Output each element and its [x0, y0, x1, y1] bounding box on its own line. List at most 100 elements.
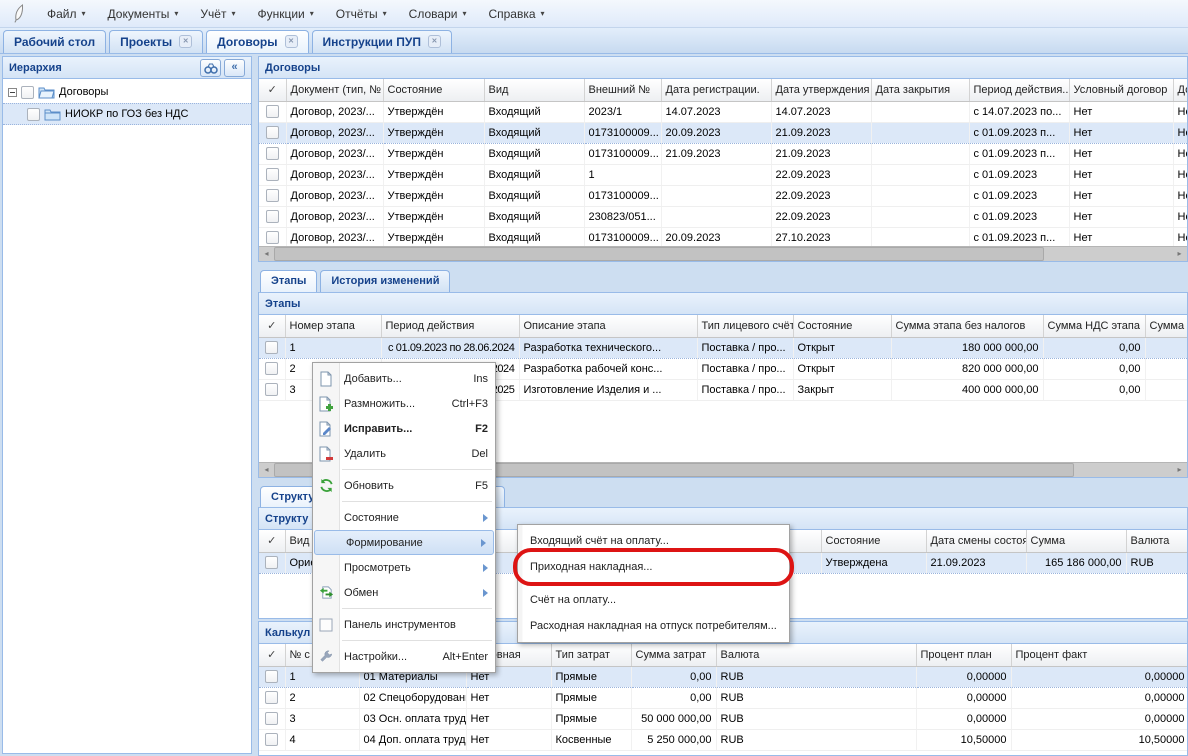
scroll-left-icon[interactable]: ◂: [259, 247, 274, 261]
contract-row[interactable]: Договор, 2023/...УтверждёнВходящий2023/1…: [259, 101, 1188, 122]
row-checkbox[interactable]: [266, 105, 279, 118]
submenu-item-receipt-note[interactable]: Приходная накладная...: [518, 554, 789, 580]
menu-item-edit[interactable]: Исправить...F2: [313, 416, 495, 441]
select-all-column[interactable]: ✓: [259, 530, 285, 552]
contract-row[interactable]: Договор, 2023/...УтверждёнВходящий230823…: [259, 206, 1188, 227]
row-checkbox[interactable]: [265, 712, 278, 725]
row-checkbox[interactable]: [265, 383, 278, 396]
tree-checkbox[interactable]: [27, 108, 40, 121]
collapse-panel-button[interactable]: «: [224, 59, 245, 77]
row-checkbox[interactable]: [265, 670, 278, 683]
search-button[interactable]: [200, 59, 221, 77]
row-checkbox[interactable]: [265, 341, 278, 354]
menu-item-exchange[interactable]: Обмен: [313, 580, 495, 605]
menu-file[interactable]: Файл▾: [36, 2, 97, 26]
col-account-type[interactable]: Тип лицевого счёта: [697, 315, 793, 337]
row-checkbox[interactable]: [265, 691, 278, 704]
scroll-right-icon[interactable]: ▸: [1172, 247, 1187, 261]
stage-row-selected[interactable]: 1с 01.09.2023 по 28.06.2024Разработка те…: [259, 337, 1188, 358]
menu-item-delete[interactable]: УдалитьDel: [313, 441, 495, 466]
menu-reports[interactable]: Отчёты▾: [325, 2, 398, 26]
contract-row[interactable]: Договор, 2023/...УтверждёнВходящий017310…: [259, 143, 1188, 164]
contract-row[interactable]: Договор, 2023/...УтверждёнВходящий017310…: [259, 227, 1188, 248]
scroll-right-icon[interactable]: ▸: [1172, 463, 1187, 477]
tree-node-niokr[interactable]: НИОКР по ГОЗ без НДС: [3, 103, 251, 125]
col-currency[interactable]: Валюта: [1126, 530, 1188, 552]
col-percent-fact[interactable]: Процент факт: [1011, 644, 1188, 666]
col-external-no[interactable]: Внешний №: [584, 79, 661, 101]
submenu-item-outgoing-note[interactable]: Расходная накладная на отпуск потребител…: [518, 613, 789, 639]
select-all-column[interactable]: ✓: [259, 315, 285, 337]
col-extra[interactable]: Дог: [1173, 79, 1188, 101]
col-period[interactable]: Период действия: [381, 315, 519, 337]
menu-item-view[interactable]: Просмотреть: [313, 555, 495, 580]
menu-documents[interactable]: Документы▾: [97, 2, 190, 26]
row-checkbox[interactable]: [265, 556, 278, 569]
close-icon[interactable]: ✕: [428, 35, 441, 48]
col-sum-no-tax[interactable]: Сумма этапа без налогов: [891, 315, 1043, 337]
calculation-row[interactable]: 202 СпецоборудованиеНетПрямые0,00RUB0,00…: [259, 687, 1188, 708]
select-all-column[interactable]: ✓: [259, 644, 285, 666]
menu-dictionaries[interactable]: Словари▾: [398, 2, 478, 26]
row-checkbox[interactable]: [266, 189, 279, 202]
scroll-left-icon[interactable]: ◂: [259, 463, 274, 477]
contract-row[interactable]: Договор, 2023/...УтверждёнВходящий122.09…: [259, 164, 1188, 185]
calculation-row[interactable]: 303 Осн. оплата трудаНетПрямые50 000 000…: [259, 708, 1188, 729]
menu-item-settings[interactable]: Настройки...Alt+Enter: [313, 644, 495, 669]
tab-history[interactable]: История изменений: [320, 270, 450, 292]
col-close-date[interactable]: Дата закрытия: [871, 79, 969, 101]
contract-row[interactable]: Договор, 2023/...УтверждёнВходящий017310…: [259, 185, 1188, 206]
scroll-thumb[interactable]: [274, 247, 1044, 261]
col-sum-extra[interactable]: Сумма эта: [1145, 315, 1188, 337]
menu-item-refresh[interactable]: ОбновитьF5: [313, 473, 495, 498]
submenu-item-incoming-invoice[interactable]: Входящий счёт на оплату...: [518, 528, 789, 554]
menu-accounting[interactable]: Учёт▾: [189, 2, 246, 26]
menu-help[interactable]: Справка▾: [477, 2, 555, 26]
col-stage-no[interactable]: Номер этапа: [285, 315, 381, 337]
tab-instructions[interactable]: Инструкции ПУП✕: [312, 30, 452, 53]
row-checkbox[interactable]: [266, 147, 279, 160]
col-cost-type[interactable]: Тип затрат: [551, 644, 631, 666]
row-checkbox[interactable]: [266, 126, 279, 139]
menu-functions[interactable]: Функции▾: [246, 2, 324, 26]
tab-desktop[interactable]: Рабочий стол: [3, 30, 106, 53]
col-cost-sum[interactable]: Сумма затрат: [631, 644, 716, 666]
col-state[interactable]: Состояние: [821, 530, 926, 552]
col-vat-sum[interactable]: Сумма НДС этапа: [1043, 315, 1145, 337]
col-document[interactable]: Документ (тип, №: [286, 79, 383, 101]
menu-item-generate[interactable]: Формирование: [314, 530, 494, 555]
close-icon[interactable]: ✕: [179, 35, 192, 48]
contract-row-selected[interactable]: Договор, 2023/...УтверждёнВходящий017310…: [259, 122, 1188, 143]
col-description[interactable]: Описание этапа: [519, 315, 697, 337]
contracts-hscrollbar[interactable]: ◂ ▸: [259, 246, 1187, 261]
calculation-row[interactable]: 404 Доп. оплата трудаНетКосвенные5 250 0…: [259, 729, 1188, 750]
row-checkbox[interactable]: [266, 231, 279, 244]
tab-stages[interactable]: Этапы: [260, 270, 317, 292]
tree-node-contracts[interactable]: Договоры: [3, 81, 251, 103]
row-checkbox[interactable]: [266, 168, 279, 181]
select-all-column[interactable]: ✓: [259, 79, 286, 101]
col-approve-date[interactable]: Дата утверждения: [771, 79, 871, 101]
col-currency[interactable]: Валюта: [716, 644, 916, 666]
col-period[interactable]: Период действия..: [969, 79, 1069, 101]
submenu-item-payment-invoice[interactable]: Счёт на оплату...: [518, 587, 789, 613]
row-checkbox[interactable]: [265, 733, 278, 746]
row-checkbox[interactable]: [266, 210, 279, 223]
col-sum[interactable]: Сумма: [1026, 530, 1126, 552]
collapse-minus-icon[interactable]: [8, 88, 17, 97]
tab-projects[interactable]: Проекты✕: [109, 30, 203, 53]
tab-contracts[interactable]: Договоры✕: [206, 30, 308, 53]
tree-checkbox[interactable]: [21, 86, 34, 99]
col-reg-date[interactable]: Дата регистрации.: [661, 79, 771, 101]
col-state[interactable]: Состояние: [383, 79, 484, 101]
menu-item-state[interactable]: Состояние: [313, 505, 495, 530]
menu-item-toolbar[interactable]: Панель инструментов: [313, 612, 495, 637]
col-state[interactable]: Состояние: [793, 315, 891, 337]
row-checkbox[interactable]: [265, 362, 278, 375]
col-conditional[interactable]: Условный договор: [1069, 79, 1173, 101]
menu-item-add[interactable]: Добавить...Ins: [313, 366, 495, 391]
col-kind[interactable]: Вид: [484, 79, 584, 101]
menu-item-duplicate[interactable]: Размножить...Ctrl+F3: [313, 391, 495, 416]
close-icon[interactable]: ✕: [285, 35, 298, 48]
col-percent-plan[interactable]: Процент план: [916, 644, 1011, 666]
